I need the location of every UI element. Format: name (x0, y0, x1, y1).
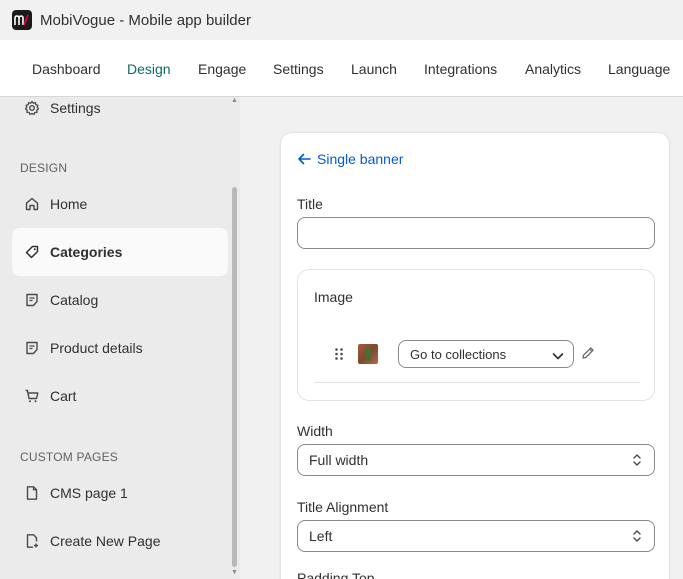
title-alignment-field-label: Title Alignment (297, 499, 389, 515)
sidebar-item-settings[interactable]: Settings (12, 97, 228, 132)
width-select-value: Full width (309, 452, 369, 468)
tab-engage[interactable]: Engage (198, 61, 246, 77)
catalog-icon (23, 339, 41, 357)
app-logo (12, 10, 32, 30)
sidebar-scrollbar[interactable]: ▲ ▼ (230, 97, 238, 579)
edit-pencil-icon[interactable] (581, 346, 595, 365)
tab-dashboard[interactable]: Dashboard (32, 61, 101, 77)
tab-launch[interactable]: Launch (351, 61, 397, 77)
tab-integrations[interactable]: Integrations (424, 61, 497, 77)
page-add-icon (23, 532, 41, 550)
banner-image-thumbnail[interactable] (358, 344, 378, 364)
chevron-down-icon (552, 349, 564, 364)
sidebar-item-label: Settings (50, 100, 101, 116)
sidebar-item-label: Cart (50, 388, 77, 404)
image-link-select-value: Go to collections (410, 346, 507, 362)
sidebar-item-label: Product details (50, 340, 143, 356)
sidebar-item-label: Create New Page (50, 533, 161, 549)
sidebar-item-label: Catalog (50, 292, 99, 308)
logo-icon (14, 14, 29, 26)
sidebar-item-product-details[interactable]: Product details (12, 324, 228, 372)
app-title: MobiVogue - Mobile app builder (40, 11, 251, 29)
image-section-label: Image (314, 289, 353, 305)
gear-icon (23, 99, 41, 117)
scroll-down-icon[interactable]: ▼ (231, 569, 238, 576)
sidebar: Settings DESIGN Home Categories Catalog … (0, 97, 240, 579)
scroll-up-icon[interactable]: ▲ (231, 97, 238, 104)
tab-settings[interactable]: Settings (273, 61, 324, 77)
sidebar-item-cms-page-1[interactable]: CMS page 1 (12, 469, 228, 517)
divider (314, 382, 640, 383)
select-updown-icon (632, 529, 642, 546)
sidebar-item-cart[interactable]: Cart (12, 372, 228, 420)
tab-design[interactable]: Design (127, 61, 171, 77)
image-link-select[interactable]: Go to collections (398, 340, 574, 368)
sidebar-item-catalog[interactable]: Catalog (12, 276, 228, 324)
section-heading-custom-pages: CUSTOM PAGES (20, 450, 118, 464)
back-link-label: Single banner (317, 151, 404, 167)
arrow-left-icon (297, 153, 311, 165)
tag-icon (23, 243, 41, 261)
title-alignment-select-value: Left (309, 528, 333, 544)
sidebar-item-label: Home (50, 196, 88, 212)
width-select[interactable]: Full width (297, 444, 655, 476)
catalog-icon (23, 291, 41, 309)
image-section: Image Go to collections (297, 269, 655, 401)
title-field-label: Title (297, 196, 323, 212)
sidebar-item-label: CMS page 1 (50, 485, 128, 501)
padding-top-field-label: Padding Top (297, 570, 375, 579)
title-alignment-select[interactable]: Left (297, 520, 655, 552)
back-link[interactable]: Single banner (297, 151, 403, 167)
tab-language[interactable]: Language (608, 61, 670, 77)
drag-handle-icon[interactable] (334, 347, 344, 361)
sidebar-item-categories[interactable]: Categories (12, 228, 228, 276)
width-field-label: Width (297, 423, 333, 439)
home-icon (23, 195, 41, 213)
page-icon (23, 484, 41, 502)
sidebar-item-label: Categories (50, 244, 123, 260)
single-banner-editor-card: Single banner Title Image Go to collecti… (280, 132, 670, 579)
app-title-bar: MobiVogue - Mobile app builder (0, 0, 683, 40)
sidebar-item-home[interactable]: Home (12, 180, 228, 228)
cart-icon (23, 387, 41, 405)
select-updown-icon (632, 453, 642, 470)
top-navigation: Dashboard Design Engage Settings Launch … (0, 40, 683, 97)
title-input[interactable] (297, 217, 655, 249)
scrollbar-thumb[interactable] (232, 187, 237, 567)
sidebar-item-create-new-page[interactable]: Create New Page (12, 517, 228, 565)
main-content: Single banner Title Image Go to collecti… (240, 97, 683, 579)
section-heading-design: DESIGN (20, 161, 68, 175)
tab-analytics[interactable]: Analytics (525, 61, 581, 77)
